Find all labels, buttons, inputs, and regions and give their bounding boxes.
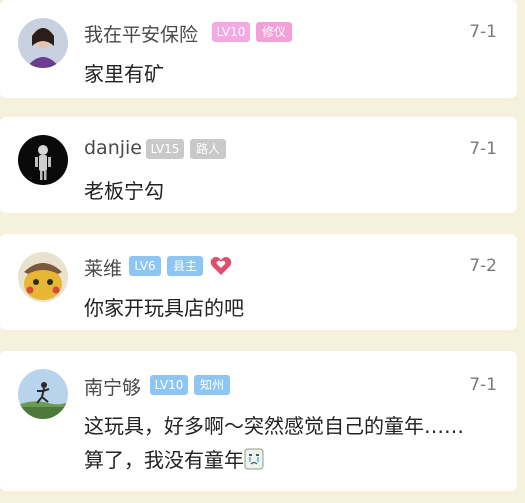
level-badge: LV15 xyxy=(146,139,184,159)
crying-face-icon xyxy=(244,448,264,470)
avatar[interactable] xyxy=(18,252,68,302)
username[interactable]: 我在平安保险 xyxy=(84,20,198,47)
comment-card: 我在平安保险 LV10 修仪 7-1 家里有矿 xyxy=(0,0,517,98)
avatar[interactable] xyxy=(18,135,68,185)
comment-date: 7-2 xyxy=(469,256,497,276)
title-badge: 修仪 xyxy=(256,22,292,42)
comment-card: 莱维 LV6 县主 7-2 你家开玩具店的吧 xyxy=(0,234,517,330)
avatar[interactable] xyxy=(18,18,68,68)
avatar-image xyxy=(18,135,68,185)
comment-content: 老板宁勾 xyxy=(84,179,164,203)
title-badge: 知州 xyxy=(194,375,230,395)
comment-card: danjie LV15 路人 7-1 老板宁勾 xyxy=(0,117,517,213)
level-badge: LV10 xyxy=(150,375,188,395)
comment-content-text: 算了，我没有童年 xyxy=(84,448,244,472)
level-badge: LV6 xyxy=(129,256,161,276)
username[interactable]: 南宁够 xyxy=(84,373,141,400)
comment-content: 这玩具，好多啊～突然感觉自己的童年…… 算了，我没有童年 xyxy=(84,409,464,477)
avatar[interactable] xyxy=(18,369,68,419)
comment-date: 7-1 xyxy=(469,375,497,395)
avatar-image xyxy=(18,252,68,302)
comment-content: 家里有矿 xyxy=(84,62,164,86)
comment-date: 7-1 xyxy=(469,22,497,42)
avatar-image xyxy=(18,369,68,419)
heart-icon xyxy=(210,256,232,275)
title-badge: 县主 xyxy=(167,256,203,276)
comment-content-line: 这玩具，好多啊～突然感觉自己的童年…… xyxy=(84,414,464,438)
title-badge: 路人 xyxy=(190,139,226,159)
comment-content: 你家开玩具店的吧 xyxy=(84,296,244,320)
comment-card: 南宁够 LV10 知州 7-1 这玩具，好多啊～突然感觉自己的童年…… 算了，我… xyxy=(0,351,517,491)
avatar-image xyxy=(18,18,68,68)
username[interactable]: 莱维 xyxy=(84,254,122,281)
username[interactable]: danjie xyxy=(84,137,142,159)
comment-date: 7-1 xyxy=(469,139,497,159)
comment-content-line: 算了，我没有童年 xyxy=(84,443,464,477)
level-badge: LV10 xyxy=(212,22,250,42)
